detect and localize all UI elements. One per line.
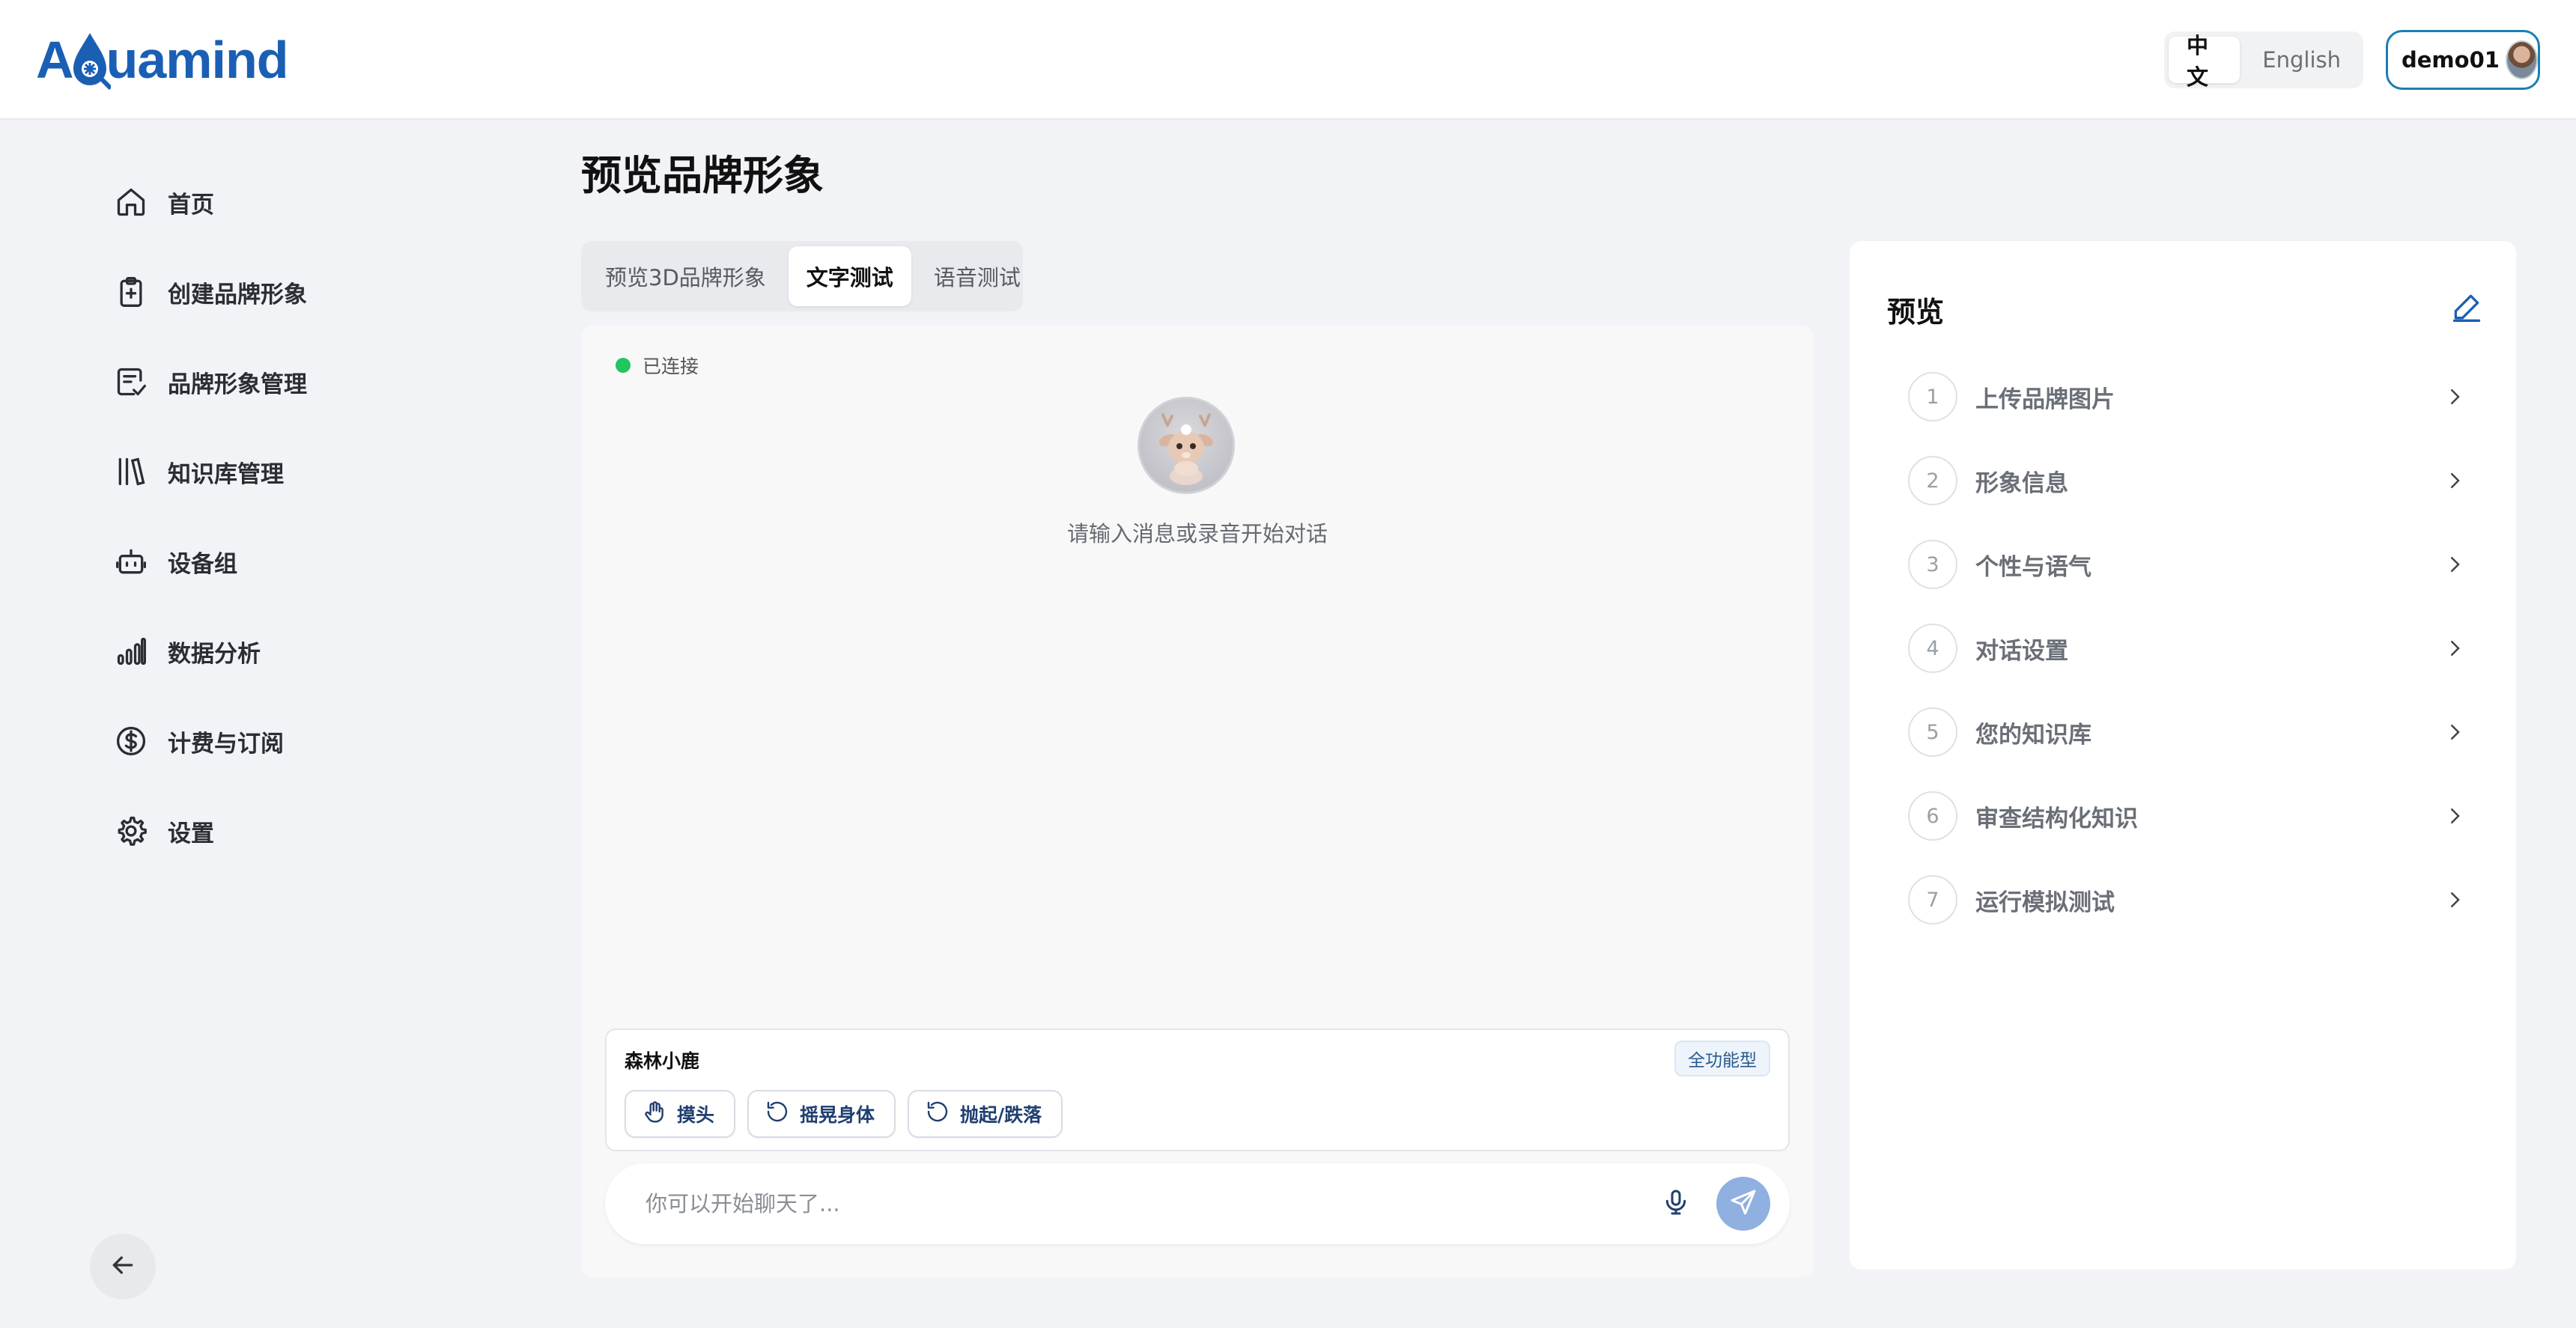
- chevron-right-icon: [2440, 382, 2470, 412]
- hand-icon: [643, 1100, 666, 1128]
- library-icon: [112, 453, 150, 490]
- sidebar-item-brand-management[interactable]: 品牌形象管理: [112, 359, 412, 404]
- logo-text-left: A: [36, 31, 74, 89]
- step-number: 6: [1908, 791, 1957, 841]
- home-icon: [112, 183, 150, 221]
- step-personality-tone[interactable]: 3 个性与语气: [1908, 539, 2477, 590]
- username-label: demo01: [2402, 47, 2500, 73]
- chat-panel: 已连接 请输入消息或录音开始对话 森林小鹿 全功能型 摸头 摇晃身体 抛起/跌落…: [581, 325, 1814, 1277]
- lang-option-zh[interactable]: 中文: [2169, 33, 2241, 90]
- deer-avatar: [1137, 397, 1235, 494]
- preview-tabs: 预览3D品牌形象 文字测试 语音测试: [581, 241, 1023, 311]
- dollar-circle-icon: [112, 722, 150, 760]
- top-header: A uamind 中文 English demo01: [0, 0, 2576, 120]
- agent-name: 森林小鹿: [625, 1050, 700, 1072]
- step-knowledge-base[interactable]: 5 您的知识库: [1908, 707, 2477, 758]
- chat-input-bar: [605, 1163, 1790, 1244]
- action-buttons: 摸头 摇晃身体 抛起/跌落: [625, 1090, 1063, 1138]
- edit-button[interactable]: [2446, 287, 2488, 329]
- page-title: 预览品牌形象: [581, 152, 824, 199]
- step-upload-images[interactable]: 1 上传品牌图片: [1908, 371, 2477, 422]
- sidebar-item-home[interactable]: 首页: [112, 180, 412, 225]
- gear-icon: [112, 812, 150, 850]
- step-label: 形象信息: [1975, 469, 2068, 497]
- step-label: 您的知识库: [1975, 721, 2092, 749]
- aquamind-logo[interactable]: A uamind: [36, 27, 288, 93]
- welcome-message: 请输入消息或录音开始对话: [1066, 521, 1328, 546]
- action-label: 摇晃身体: [800, 1104, 875, 1126]
- tab-3d-preview[interactable]: 预览3D品牌形象: [587, 246, 784, 306]
- step-number: 7: [1908, 875, 1957, 925]
- shake-body-button[interactable]: 摇晃身体: [747, 1090, 896, 1138]
- sidebar-item-create-brand[interactable]: 创建品牌形象: [112, 269, 412, 314]
- preview-title: 预览: [1887, 296, 1945, 329]
- chevron-right-icon: [2440, 885, 2470, 915]
- sidebar-item-label: 品牌形象管理: [168, 371, 307, 398]
- user-menu-button[interactable]: demo01: [2386, 30, 2540, 90]
- bar-chart-icon: [112, 633, 150, 670]
- sidebar-item-label: 设置: [168, 820, 214, 847]
- tab-text-test[interactable]: 文字测试: [788, 246, 911, 306]
- rotate-icon: [765, 1100, 789, 1128]
- sidebar-item-label: 创建品牌形象: [168, 281, 307, 308]
- sidebar-item-label: 知识库管理: [168, 460, 284, 488]
- agent-card: 森林小鹿 全功能型 摸头 摇晃身体 抛起/跌落: [605, 1029, 1790, 1151]
- send-button[interactable]: [1716, 1177, 1770, 1231]
- microphone-button[interactable]: [1653, 1181, 1698, 1226]
- step-number: 4: [1908, 624, 1957, 673]
- rotate-icon: [926, 1100, 950, 1128]
- action-label: 摸头: [677, 1104, 715, 1126]
- agent-type-badge: 全功能型: [1674, 1041, 1770, 1076]
- step-image-info[interactable]: 2 形象信息: [1908, 455, 2477, 506]
- clipboard-check-icon: [112, 363, 150, 400]
- step-review-knowledge[interactable]: 6 审查结构化知识: [1908, 791, 2477, 841]
- chevron-right-icon: [2440, 549, 2470, 579]
- robot-icon: [112, 543, 150, 580]
- step-number: 3: [1908, 540, 1957, 589]
- status-dot: [616, 358, 631, 373]
- microphone-icon: [1661, 1187, 1691, 1220]
- connection-status: 已连接: [616, 352, 699, 379]
- chevron-right-icon: [2440, 801, 2470, 831]
- sidebar-item-knowledge-base[interactable]: 知识库管理: [112, 449, 412, 494]
- sidebar-item-device-group[interactable]: 设备组: [112, 539, 412, 584]
- tab-voice-test[interactable]: 语音测试: [916, 246, 1039, 306]
- arrow-left-icon: [108, 1250, 138, 1283]
- step-label: 个性与语气: [1975, 553, 2092, 581]
- sidebar-item-billing[interactable]: 计费与订阅: [112, 719, 412, 764]
- chevron-right-icon: [2440, 633, 2470, 663]
- logo-text-right: uamind: [106, 31, 289, 89]
- toss-drop-button[interactable]: 抛起/跌落: [908, 1090, 1063, 1138]
- action-label: 抛起/跌落: [960, 1104, 1042, 1126]
- sidebar-collapse-button[interactable]: [90, 1234, 156, 1300]
- step-label: 审查结构化知识: [1975, 805, 2138, 832]
- step-dialog-settings[interactable]: 4 对话设置: [1908, 623, 2477, 674]
- step-run-simulation[interactable]: 7 运行模拟测试: [1908, 874, 2477, 925]
- droplet-logo-icon: [73, 33, 111, 90]
- pat-head-button[interactable]: 摸头: [625, 1090, 736, 1138]
- step-label: 上传品牌图片: [1975, 386, 2115, 413]
- chevron-right-icon: [2440, 466, 2470, 496]
- step-number: 5: [1908, 707, 1957, 757]
- sidebar-item-analytics[interactable]: 数据分析: [112, 629, 412, 674]
- sidebar-item-label: 首页: [168, 191, 214, 219]
- step-label: 运行模拟测试: [1975, 889, 2115, 916]
- sidebar-item-label: 计费与订阅: [168, 730, 284, 758]
- sidebar-item-settings[interactable]: 设置: [112, 808, 412, 853]
- step-number: 1: [1908, 372, 1957, 421]
- sidebar-item-label: 数据分析: [168, 640, 261, 668]
- lang-option-en[interactable]: English: [2244, 37, 2359, 83]
- language-switch: 中文 English: [2164, 31, 2363, 90]
- step-number: 2: [1908, 456, 1957, 505]
- send-icon: [1728, 1187, 1758, 1220]
- step-label: 对话设置: [1975, 637, 2068, 665]
- chevron-right-icon: [2440, 717, 2470, 747]
- avatar: [2505, 40, 2538, 79]
- preview-panel: 预览 1 上传品牌图片 2 形象信息 3 个性与语气 4 对话设置 5 您的知识…: [1850, 241, 2516, 1270]
- chat-input[interactable]: [645, 1181, 1619, 1226]
- clipboard-plus-icon: [112, 273, 150, 311]
- status-text: 已连接: [643, 356, 699, 377]
- sidebar-item-label: 设备组: [168, 550, 237, 578]
- pencil-icon: [2450, 290, 2483, 326]
